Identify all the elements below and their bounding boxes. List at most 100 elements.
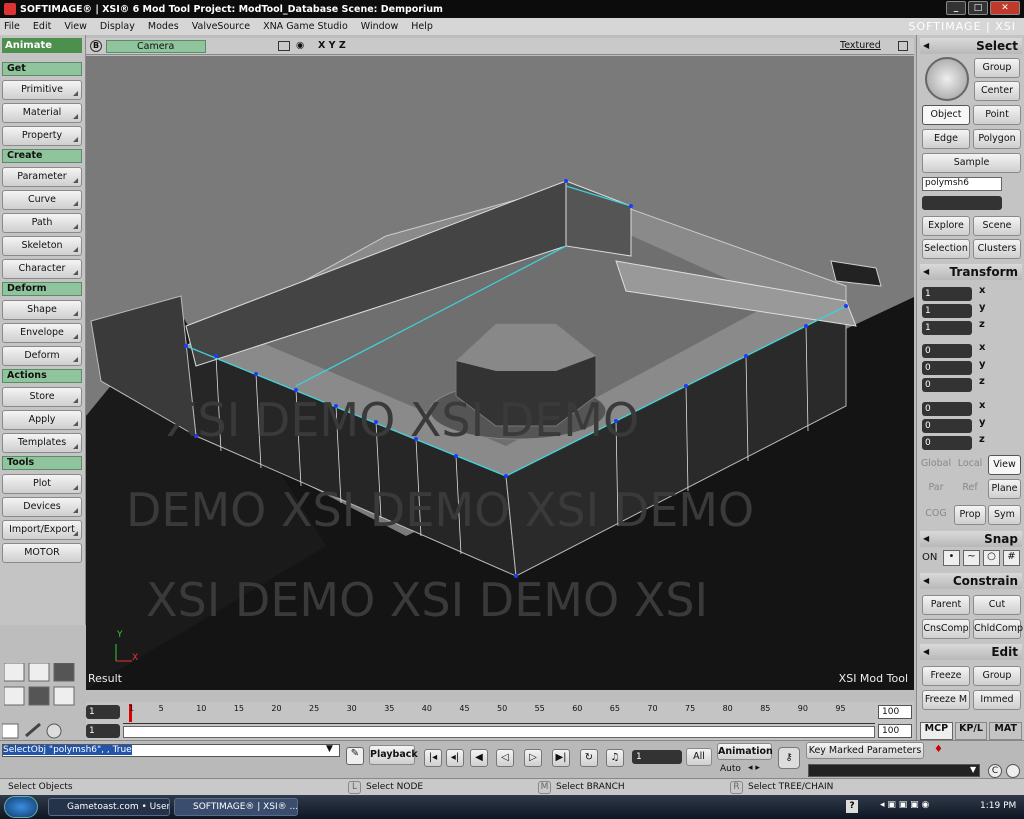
- plane-button[interactable]: Plane: [988, 479, 1021, 499]
- plot-button[interactable]: Plot: [2, 474, 82, 494]
- parent-button[interactable]: Parent: [922, 595, 970, 615]
- material-button[interactable]: Material: [2, 103, 82, 123]
- cycle-icon[interactable]: C: [988, 764, 1002, 778]
- close-button[interactable]: ✕: [990, 1, 1020, 15]
- play-icon[interactable]: ▷: [524, 749, 542, 767]
- forward-icon[interactable]: ▶|: [552, 749, 570, 767]
- devices-button[interactable]: Devices: [2, 497, 82, 517]
- eye-icon[interactable]: ◉: [296, 40, 304, 51]
- snap-on-toggle[interactable]: ON: [922, 552, 937, 563]
- ref-button[interactable]: Ref: [954, 479, 986, 499]
- global-ref-button[interactable]: Global: [920, 455, 952, 475]
- rotate-y-field[interactable]: 0: [922, 361, 972, 375]
- maximize-viewport-icon[interactable]: [898, 41, 908, 51]
- envelope-button[interactable]: Envelope: [2, 323, 82, 343]
- snap-header[interactable]: Snap: [920, 531, 1022, 547]
- curve-button[interactable]: Curve: [2, 190, 82, 210]
- object-mode-button[interactable]: Object: [922, 105, 970, 125]
- tab-mat[interactable]: MAT: [989, 722, 1023, 740]
- select-arrow-icon[interactable]: [925, 57, 969, 101]
- explore-button[interactable]: Explore: [922, 216, 970, 236]
- dropdown-arrow-icon[interactable]: ▼: [970, 765, 976, 774]
- translate-x-field[interactable]: 0: [922, 402, 972, 416]
- taskbar-browser[interactable]: Gametoast.com • User...: [48, 798, 170, 816]
- menu-display[interactable]: Display: [100, 21, 135, 32]
- script-command-input[interactable]: SelectObj "polymsh6", , True: [2, 744, 340, 757]
- apply-button[interactable]: Apply: [2, 410, 82, 430]
- scale-y-field[interactable]: 1: [922, 304, 972, 318]
- all-button[interactable]: All: [686, 748, 712, 766]
- current-frame-field[interactable]: 1: [632, 750, 682, 764]
- range-start-field[interactable]: 1: [86, 724, 120, 738]
- character-button[interactable]: Character: [2, 259, 82, 279]
- step-back-icon[interactable]: ◁: [496, 749, 514, 767]
- import-export-button[interactable]: Import/Export: [2, 520, 82, 540]
- prev-key-icon[interactable]: ◂|: [446, 749, 464, 767]
- parameter-button[interactable]: Parameter: [2, 167, 82, 187]
- menu-window[interactable]: Window: [361, 21, 398, 32]
- menu-valvesource[interactable]: ValveSource: [192, 21, 250, 32]
- polygon-mode-button[interactable]: Polygon: [973, 129, 1021, 149]
- xyz-toggle[interactable]: X Y Z: [318, 40, 346, 51]
- snap-point-icon[interactable]: •: [943, 550, 960, 566]
- menu-edit[interactable]: Edit: [33, 21, 51, 32]
- local-ref-button[interactable]: Local: [954, 455, 986, 475]
- motor-button[interactable]: MOTOR: [2, 543, 82, 563]
- group-select-button[interactable]: Group: [974, 58, 1020, 78]
- property-button[interactable]: Property: [2, 126, 82, 146]
- rotate-x-field[interactable]: 0: [922, 344, 972, 358]
- chevron-down-icon[interactable]: ▼: [326, 744, 333, 754]
- key-marked-parameters-button[interactable]: Key Marked Parameters: [806, 742, 924, 759]
- freeze-button[interactable]: Freeze: [922, 666, 970, 686]
- key-icon[interactable]: ⚷: [778, 747, 800, 769]
- store-button[interactable]: Store: [2, 387, 82, 407]
- animation-button[interactable]: Animation: [717, 743, 773, 760]
- timeline-end-field[interactable]: 100: [878, 705, 912, 719]
- constrain-header[interactable]: Constrain: [920, 573, 1022, 589]
- freeze-m-button[interactable]: Freeze M: [922, 690, 970, 710]
- time-slider[interactable]: 1 5 10 15 20 25 30 35 40 45 50 55 60 65 70 75 80 85 90 95: [123, 704, 875, 724]
- menu-view[interactable]: View: [64, 21, 87, 32]
- camera-icon[interactable]: [278, 41, 290, 51]
- loop-icon[interactable]: ↻: [580, 749, 598, 767]
- auto-key-toggle[interactable]: Auto: [720, 764, 741, 774]
- immed-button[interactable]: Immed: [973, 690, 1021, 710]
- point-mode-button[interactable]: Point: [973, 105, 1021, 125]
- prop-button[interactable]: Prop: [954, 505, 986, 525]
- cog-button[interactable]: COG: [920, 505, 952, 525]
- keying-set-dropdown[interactable]: [808, 764, 980, 777]
- minimize-button[interactable]: _: [946, 1, 966, 15]
- first-frame-icon[interactable]: |◂: [424, 749, 442, 767]
- audio-icon[interactable]: ♫: [606, 749, 624, 767]
- center-button[interactable]: Center: [974, 81, 1020, 101]
- help-tray-icon[interactable]: ?: [846, 800, 858, 813]
- transform-header[interactable]: Transform: [920, 264, 1022, 280]
- select-header[interactable]: Select: [920, 38, 1022, 54]
- par-ref-button[interactable]: Par: [920, 479, 952, 499]
- camera-dropdown[interactable]: Camera: [106, 40, 206, 53]
- script-editor-icon[interactable]: ✎: [346, 747, 364, 765]
- range-slider[interactable]: [123, 726, 875, 738]
- snap-grid-icon[interactable]: #: [1003, 550, 1020, 566]
- deform-button[interactable]: Deform: [2, 346, 82, 366]
- mode-selector[interactable]: Animate: [2, 38, 82, 53]
- tab-mcp[interactable]: MCP: [920, 722, 953, 740]
- menu-xna[interactable]: XNA Game Studio: [263, 21, 348, 32]
- timeline-start-field[interactable]: 1: [86, 705, 120, 719]
- scale-x-field[interactable]: 1: [922, 287, 972, 301]
- rewind-icon[interactable]: ◀: [470, 749, 488, 767]
- keyframe-icon[interactable]: ♦: [934, 744, 943, 755]
- menu-modes[interactable]: Modes: [148, 21, 179, 32]
- playback-button[interactable]: Playback: [369, 745, 418, 765]
- scale-z-field[interactable]: 1: [922, 321, 972, 335]
- taskbar-softimage[interactable]: SOFTIMAGE® | XSI® ...: [174, 798, 298, 816]
- tab-kpl[interactable]: KP/L: [954, 722, 988, 740]
- layout-icons[interactable]: [4, 663, 76, 709]
- clock[interactable]: 1:19 PM: [980, 801, 1016, 811]
- menu-file[interactable]: File: [4, 21, 20, 32]
- edge-mode-button[interactable]: Edge: [922, 129, 970, 149]
- scene-button[interactable]: Scene: [973, 216, 1021, 236]
- sample-button[interactable]: Sample: [922, 153, 1021, 173]
- view-ref-button[interactable]: View: [988, 455, 1021, 475]
- snap-surface-icon[interactable]: ○: [983, 550, 1000, 566]
